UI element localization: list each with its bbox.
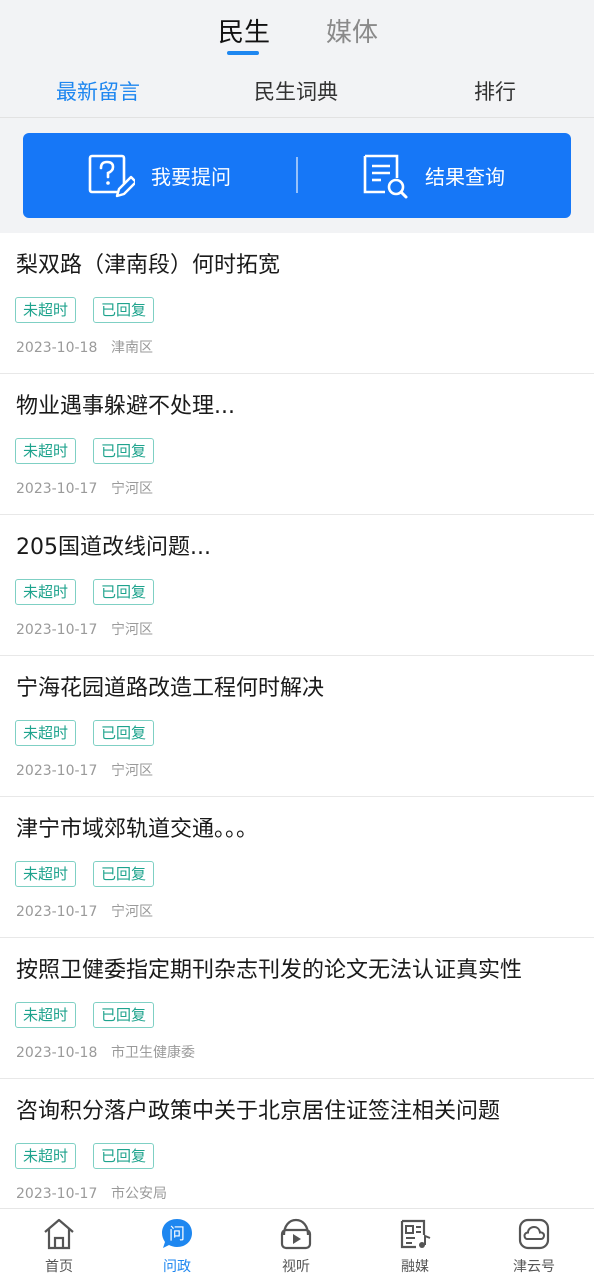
status-badge-replied: 已回复 <box>93 438 155 464</box>
tab-ranking[interactable]: 排行 <box>474 78 516 106</box>
list-item[interactable]: 津宁市域郊轨道交通。。。 未超时 已回复 2023-10-17 宁河区 <box>0 797 594 938</box>
tab-minsheng[interactable]: 民生 <box>218 16 270 50</box>
home-icon <box>44 1218 74 1250</box>
status-badge-not-overdue: 未超时 <box>15 579 77 605</box>
result-query-label: 结果查询 <box>425 165 505 189</box>
item-area: 宁河区 <box>111 763 153 779</box>
nav-ask-politics-label: 问政 <box>163 1259 191 1275</box>
item-area: 宁河区 <box>111 481 153 497</box>
item-title: 梨双路（津南段）何时拓宽 <box>16 253 281 278</box>
ask-politics-icon: 问 <box>162 1219 192 1248</box>
item-date: 2023-10-17 <box>16 763 98 779</box>
item-date: 2023-10-17 <box>16 904 98 920</box>
document-search-icon <box>363 154 408 198</box>
status-badge-not-overdue: 未超时 <box>15 1143 77 1169</box>
item-area: 宁河区 <box>111 622 153 638</box>
list-item[interactable]: 宁海花园道路改造工程何时解决 未超时 已回复 2023-10-17 宁河区 <box>0 656 594 797</box>
action-divider <box>296 157 298 193</box>
action-area: 我要提问 结果查询 <box>0 118 594 233</box>
status-badge-not-overdue: 未超时 <box>15 720 77 746</box>
item-date: 2023-10-17 <box>16 481 98 497</box>
item-date: 2023-10-17 <box>16 1186 98 1202</box>
ask-question-button[interactable]: 我要提问 <box>87 133 231 218</box>
item-title: 津宁市域郊轨道交通。。。 <box>16 817 259 842</box>
item-title: 物业遇事躲避不处理... <box>16 394 235 419</box>
ask-question-label: 我要提问 <box>151 165 231 189</box>
nav-jinyun-label: 津云号 <box>513 1259 555 1275</box>
tab-dictionary[interactable]: 民生词典 <box>254 78 338 106</box>
item-title: 按照卫健委指定期刊杂志刊发的论文无法认证真实性 <box>16 958 523 983</box>
status-badge-not-overdue: 未超时 <box>15 297 77 323</box>
tab-media[interactable]: 媒体 <box>326 16 378 50</box>
list-item[interactable]: 咨询积分落户政策中关于北京居住证签注相关问题 未超时 已回复 2023-10-1… <box>0 1079 594 1208</box>
list-item[interactable]: 205国道改线问题... 未超时 已回复 2023-10-17 宁河区 <box>0 515 594 656</box>
bottom-nav: 首页 问 问政 视听 融媒 津云号 <box>0 1208 594 1280</box>
item-title: 宁海花园道路改造工程何时解决 <box>16 676 325 701</box>
result-query-button[interactable]: 结果查询 <box>361 133 505 218</box>
item-date: 2023-10-18 <box>16 340 98 356</box>
list-item[interactable]: 梨双路（津南段）何时拓宽 未超时 已回复 2023-10-18 津南区 <box>0 233 594 374</box>
list-item[interactable]: 物业遇事躲避不处理... 未超时 已回复 2023-10-17 宁河区 <box>0 374 594 515</box>
sub-tab-bar: 最新留言 民生词典 排行 <box>0 66 594 118</box>
nav-ask-politics[interactable]: 问 问政 <box>118 1209 236 1280</box>
top-tab-bar: 民生 媒体 <box>0 0 594 66</box>
status-badge-not-overdue: 未超时 <box>15 438 77 464</box>
status-badge-replied: 已回复 <box>93 579 155 605</box>
nav-audiovisual[interactable]: 视听 <box>237 1209 355 1280</box>
ask-politics-icon-text: 问 <box>169 1224 185 1243</box>
message-list: 梨双路（津南段）何时拓宽 未超时 已回复 2023-10-18 津南区 物业遇事… <box>0 233 594 1208</box>
cloud-icon <box>518 1218 550 1250</box>
status-badge-replied: 已回复 <box>93 861 155 887</box>
item-area: 宁河区 <box>111 904 153 920</box>
nav-media-label: 融媒 <box>401 1259 429 1275</box>
nav-home-label: 首页 <box>45 1259 73 1275</box>
item-title: 咨询积分落户政策中关于北京居住证签注相关问题 <box>16 1099 501 1124</box>
status-badge-replied: 已回复 <box>93 1143 155 1169</box>
item-title: 205国道改线问题... <box>16 535 211 560</box>
nav-jinyun[interactable]: 津云号 <box>475 1209 593 1280</box>
list-item[interactable]: 按照卫健委指定期刊杂志刊发的论文无法认证真实性 未超时 已回复 2023-10-… <box>0 938 594 1079</box>
nav-home[interactable]: 首页 <box>0 1209 118 1280</box>
tab-latest-messages[interactable]: 最新留言 <box>56 78 140 106</box>
nav-media[interactable]: 融媒 <box>356 1209 474 1280</box>
status-badge-not-overdue: 未超时 <box>15 1002 77 1028</box>
item-date: 2023-10-18 <box>16 1045 98 1061</box>
newspaper-icon <box>400 1219 431 1249</box>
tv-icon <box>280 1218 312 1250</box>
status-badge-replied: 已回复 <box>93 1002 155 1028</box>
nav-audiovisual-label: 视听 <box>282 1259 310 1275</box>
status-badge-replied: 已回复 <box>93 297 155 323</box>
item-area: 市卫生健康委 <box>111 1045 195 1061</box>
active-tab-indicator <box>227 51 259 55</box>
action-bar: 我要提问 结果查询 <box>23 133 571 218</box>
item-area: 津南区 <box>111 340 153 356</box>
item-area: 市公安局 <box>111 1186 167 1202</box>
status-badge-replied: 已回复 <box>93 720 155 746</box>
status-badge-not-overdue: 未超时 <box>15 861 77 887</box>
question-edit-icon <box>88 154 135 197</box>
item-date: 2023-10-17 <box>16 622 98 638</box>
